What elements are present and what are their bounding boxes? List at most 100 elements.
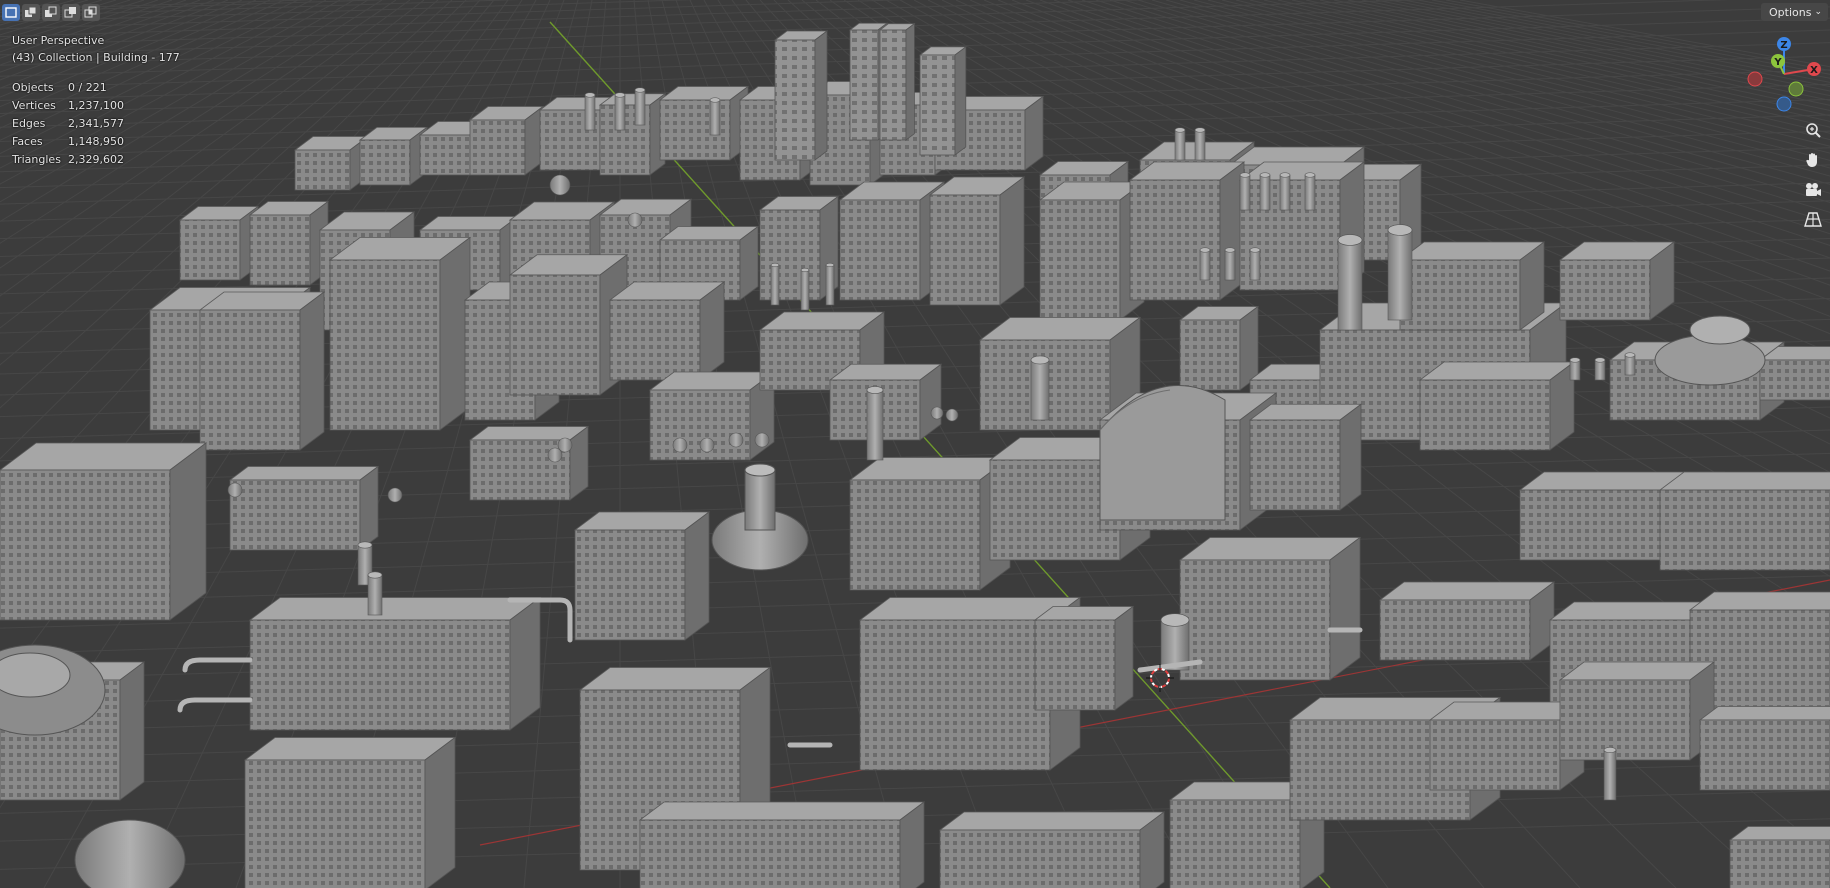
building-object[interactable]: [658, 85, 750, 161]
chimney-object[interactable]: [1337, 234, 1363, 331]
building-object[interactable]: [508, 253, 629, 396]
storage-tank-object[interactable]: [557, 437, 573, 453]
camera-icon[interactable]: [1800, 177, 1826, 203]
stat-row-vertices: Vertices 1,237,100: [12, 96, 124, 114]
building-object[interactable]: [598, 92, 667, 176]
chimney-object[interactable]: [1239, 172, 1251, 211]
storage-tank-object[interactable]: [754, 432, 770, 448]
building-object[interactable]: [573, 511, 711, 641]
chimney-object[interactable]: [1174, 127, 1186, 161]
tower-object[interactable]: [773, 30, 829, 161]
building-object[interactable]: [1558, 661, 1716, 761]
chimney-object[interactable]: [1569, 357, 1581, 381]
building-object[interactable]: [248, 200, 330, 286]
chimney-object[interactable]: [367, 571, 383, 616]
gizmo-neg-y-icon[interactable]: [1788, 81, 1804, 97]
building-object[interactable]: [293, 135, 370, 191]
building-object[interactable]: [243, 736, 457, 888]
buildings-collection[interactable]: [0, 22, 1830, 888]
options-dropdown[interactable]: Options ⌄: [1761, 3, 1828, 21]
chimney-object[interactable]: [770, 262, 780, 306]
chimney-object[interactable]: [1224, 247, 1236, 281]
building-object[interactable]: [1698, 706, 1830, 791]
storage-tank-object[interactable]: [387, 487, 403, 503]
chimney-object[interactable]: [800, 267, 810, 311]
storage-tank-object[interactable]: [930, 406, 944, 420]
chimney-object[interactable]: [825, 262, 835, 306]
building-object[interactable]: [198, 291, 326, 451]
zoom-icon[interactable]: [1800, 117, 1826, 143]
storage-tank-object[interactable]: [728, 432, 744, 448]
stat-row-triangles: Triangles 2,329,602: [12, 150, 124, 168]
select-subtract-icon[interactable]: [42, 4, 60, 21]
chimney-object[interactable]: [1199, 247, 1211, 281]
navigation-gizmo[interactable]: Y X Z: [1746, 34, 1826, 114]
tank-object[interactable]: [74, 819, 186, 888]
building-object[interactable]: [848, 456, 1012, 591]
scene-canvas[interactable]: [0, 0, 1830, 888]
building-object[interactable]: [828, 363, 943, 441]
building-object[interactable]: [1398, 241, 1546, 331]
chimney-object[interactable]: [1259, 172, 1271, 211]
building-object[interactable]: [1728, 826, 1830, 888]
storage-tank-object[interactable]: [699, 437, 715, 453]
building-object[interactable]: [248, 596, 542, 731]
building-object[interactable]: [228, 465, 380, 551]
building-object[interactable]: [608, 281, 726, 381]
chimney-object[interactable]: [866, 386, 884, 461]
grid-perspective-icon[interactable]: [1800, 206, 1826, 232]
gizmo-neg-x-icon[interactable]: [1747, 71, 1763, 87]
chimney-object[interactable]: [1030, 355, 1050, 421]
building-object[interactable]: [1178, 305, 1260, 391]
storage-tank-object[interactable]: [227, 482, 243, 498]
select-extend-icon[interactable]: [22, 4, 40, 21]
building-object[interactable]: [1378, 581, 1556, 661]
building-object[interactable]: [1248, 403, 1363, 511]
select-difference-icon[interactable]: [62, 4, 80, 21]
storage-tank-object[interactable]: [672, 437, 688, 453]
tower-object[interactable]: [918, 46, 967, 156]
stat-label: Objects: [12, 80, 54, 94]
building-object[interactable]: [0, 442, 208, 621]
round-plant-object[interactable]: [1654, 315, 1766, 386]
select-intersect-icon[interactable]: [82, 4, 100, 21]
building-object[interactable]: [358, 126, 428, 186]
building-object[interactable]: [1758, 346, 1830, 401]
building-object[interactable]: [638, 801, 926, 888]
chimney-object[interactable]: [1594, 357, 1606, 381]
building-object[interactable]: [928, 176, 1026, 306]
3d-viewport[interactable]: User Perspective (43) Collection | Build…: [0, 0, 1830, 888]
stat-row-faces: Faces 1,148,950: [12, 132, 124, 150]
chimney-object[interactable]: [634, 87, 646, 126]
chimney-object[interactable]: [614, 92, 626, 131]
chimney-object[interactable]: [1279, 172, 1291, 211]
building-object[interactable]: [178, 205, 260, 281]
building-object[interactable]: [328, 236, 472, 431]
building-object[interactable]: [838, 181, 946, 301]
building-object[interactable]: [468, 425, 590, 501]
chimney-object[interactable]: [1387, 224, 1413, 321]
building-object[interactable]: [938, 811, 1166, 888]
dome-tank-object[interactable]: [711, 463, 809, 571]
chimney-object[interactable]: [1194, 127, 1206, 161]
storage-tank-object[interactable]: [627, 212, 643, 228]
tower-object[interactable]: [878, 22, 916, 141]
hand-pan-icon[interactable]: [1800, 147, 1826, 173]
building-object[interactable]: [468, 105, 545, 176]
chimney-object[interactable]: [1603, 746, 1617, 801]
building-object[interactable]: [1658, 471, 1830, 571]
building-object[interactable]: [1033, 605, 1135, 711]
storage-tank-object[interactable]: [945, 408, 959, 422]
chimney-object[interactable]: [1624, 352, 1636, 376]
building-object[interactable]: [1178, 536, 1362, 681]
gizmo-neg-z-icon[interactable]: [1776, 96, 1792, 112]
chimney-object[interactable]: [709, 97, 721, 136]
chimney-object[interactable]: [1304, 172, 1316, 211]
storage-tank-object[interactable]: [549, 174, 571, 196]
select-new-icon[interactable]: [2, 4, 20, 21]
building-object[interactable]: [1418, 361, 1576, 451]
building-object[interactable]: [1038, 181, 1146, 321]
building-object[interactable]: [1558, 241, 1676, 321]
chimney-object[interactable]: [584, 92, 596, 131]
chimney-object[interactable]: [1249, 247, 1261, 281]
